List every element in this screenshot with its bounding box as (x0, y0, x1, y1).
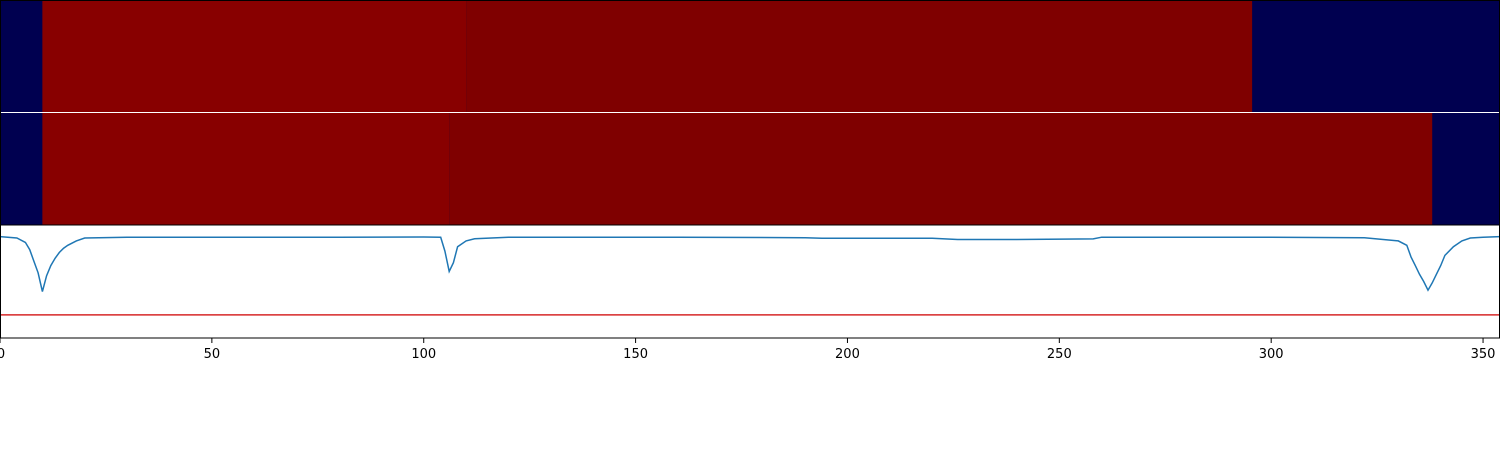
x-tick-label-100: 100 (411, 347, 436, 362)
x-tick-label-50: 50 (204, 347, 221, 362)
x-tick-label-350: 350 (1471, 347, 1496, 362)
x-tick-label-300: 300 (1259, 347, 1284, 362)
x-tick-label-0: 0 (0, 347, 5, 362)
x-tick-label-200: 200 (835, 347, 860, 362)
heatmap-row-2-segment-2 (449, 113, 1433, 225)
x-tick-label-150: 150 (623, 347, 648, 362)
heatmap-row-2-segment-1 (42, 113, 450, 225)
signal-chart: 0 50 100 150 200 250 300 350 (0, 0, 1500, 362)
x-tick-label-250: 250 (1047, 347, 1072, 362)
heatmap-row-1-segment-2 (466, 1, 1253, 113)
plot-frame (0, 224, 1500, 339)
heatmap-row-1-segment-1 (42, 1, 467, 113)
signal-line (0, 235, 1500, 292)
